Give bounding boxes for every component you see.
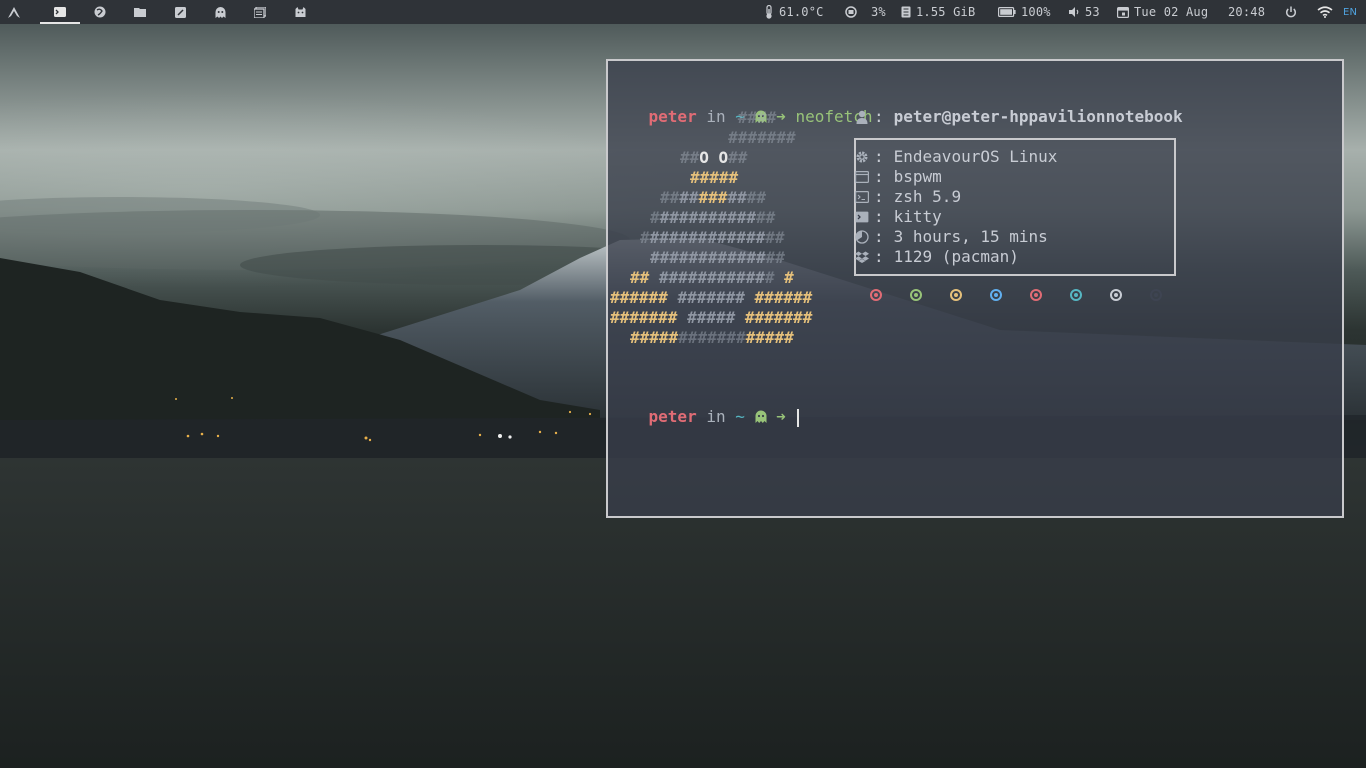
prompt-arrow: ➜ [776,107,786,126]
memory-icon [901,6,911,18]
info-terminal: : kitty [854,207,942,227]
calendar-icon [1117,6,1129,18]
ascii-row: ################# [630,328,794,347]
info-os: : EndeavourOS Linux [854,147,1057,167]
prompt-dir: ~ [735,407,745,426]
cpu-value: 3% [871,5,886,19]
ascii-row: #### [680,108,777,127]
info-packages: :1129 (pacman) [854,247,1019,267]
cat-icon [295,7,306,17]
shell-icon [854,189,870,205]
palette-dot [1110,289,1122,301]
user-icon [854,109,870,125]
top-bar: 61.0°C 3% 1.55 GiB 100% 53 Tue 02 Aug 20… [0,0,1366,24]
power-button[interactable] [1285,0,1297,24]
ascii-row: ####### [680,128,796,147]
memory-status: 1.55 GiB [901,0,975,24]
clock-icon [854,229,870,245]
ascii-row: ###### ####### ###### [610,288,813,307]
files-icon [254,6,266,18]
keyboard-layout-indicator[interactable]: EN [1343,0,1357,24]
package-icon [854,249,870,265]
info-wm: : bspwm [854,167,942,187]
volume-status[interactable]: 53 [1068,0,1100,24]
workspace-5[interactable] [200,0,240,24]
gear-icon [854,149,870,165]
wifi-icon [1317,6,1333,18]
prompt-line-2: peter in ~ ➜ [610,387,800,427]
ascii-row: ########### [660,188,766,207]
uptime-value: 3 hours, 15 mins [893,227,1048,246]
prompt-user: peter [648,407,697,426]
prompt-ghost-icon [755,407,767,426]
workspace-2[interactable] [80,0,120,24]
ghost-icon [215,6,226,18]
info-shell: : zsh 5.9 [854,187,961,207]
palette-dot [870,289,882,301]
wm-value: bspwm [893,167,942,186]
prompt-arrow: ➜ [776,407,786,426]
date-value: Tue 02 Aug [1134,5,1209,19]
temperature-value: 61.0°C [779,5,824,19]
ascii-row: ## ############ # [630,268,794,287]
thermometer-icon [764,5,774,19]
terminal-window[interactable]: peter in ~ ➜ neofetch #### ####### ##O O… [606,59,1344,518]
ascii-row: ####### ##### ####### [610,308,813,327]
ascii-row: ############# [650,208,776,227]
palette-dot [950,289,962,301]
workspace-7[interactable] [280,0,320,24]
memory-value: 1.55 GiB [916,5,976,19]
volume-value: 53 [1085,5,1100,19]
palette-dot [910,289,922,301]
palette-dot [1070,289,1082,301]
host-value: peter@peter-hppavilionnotebook [893,107,1183,126]
time-value: 20:48 [1228,5,1266,19]
ascii-row: ##### [690,168,739,187]
palette-dot [1150,289,1162,301]
battery-status: 100% [998,0,1051,24]
endeavouros-logo-icon[interactable] [6,4,22,20]
terminal-value: kitty [893,207,942,226]
prompt-in: in [706,407,726,426]
workspace-4[interactable] [160,0,200,24]
terminal-icon [54,7,66,17]
folder-icon [134,7,146,17]
editor-icon [174,6,186,18]
shell-value: zsh 5.9 [893,187,962,206]
os-value: EndeavourOS Linux [893,147,1058,166]
palette-dot [1030,289,1042,301]
ascii-row: ############### [640,228,785,247]
browser-icon [94,6,106,18]
info-uptime: :3 hours, 15 mins [854,227,1048,247]
text-cursor[interactable] [797,408,800,427]
packages-value: 1129 (pacman) [893,247,1019,266]
prompt-line-1: peter in ~ ➜ neofetch [610,87,873,126]
palette-dot [990,289,1002,301]
temperature-status: 61.0°C [764,0,824,24]
date-status[interactable]: Tue 02 Aug [1117,0,1208,24]
battery-value: 100% [1021,5,1051,19]
battery-icon [998,7,1016,17]
ascii-row: ##O O## [680,148,748,167]
info-host: : peter@peter-hppavilionnotebook [854,107,1183,127]
workspace-3[interactable] [120,0,160,24]
wifi-button[interactable] [1317,0,1333,24]
cpu-icon [845,6,857,18]
volume-icon [1068,6,1080,18]
ascii-row: ############## [650,248,785,267]
cpu-status: 3% [845,0,886,24]
workspace-6[interactable] [240,0,280,24]
clock-status: 20:48 [1228,0,1265,24]
workspace-1[interactable] [40,0,80,24]
power-icon [1285,6,1297,18]
window-icon [854,169,870,185]
terminal-icon [854,209,870,225]
